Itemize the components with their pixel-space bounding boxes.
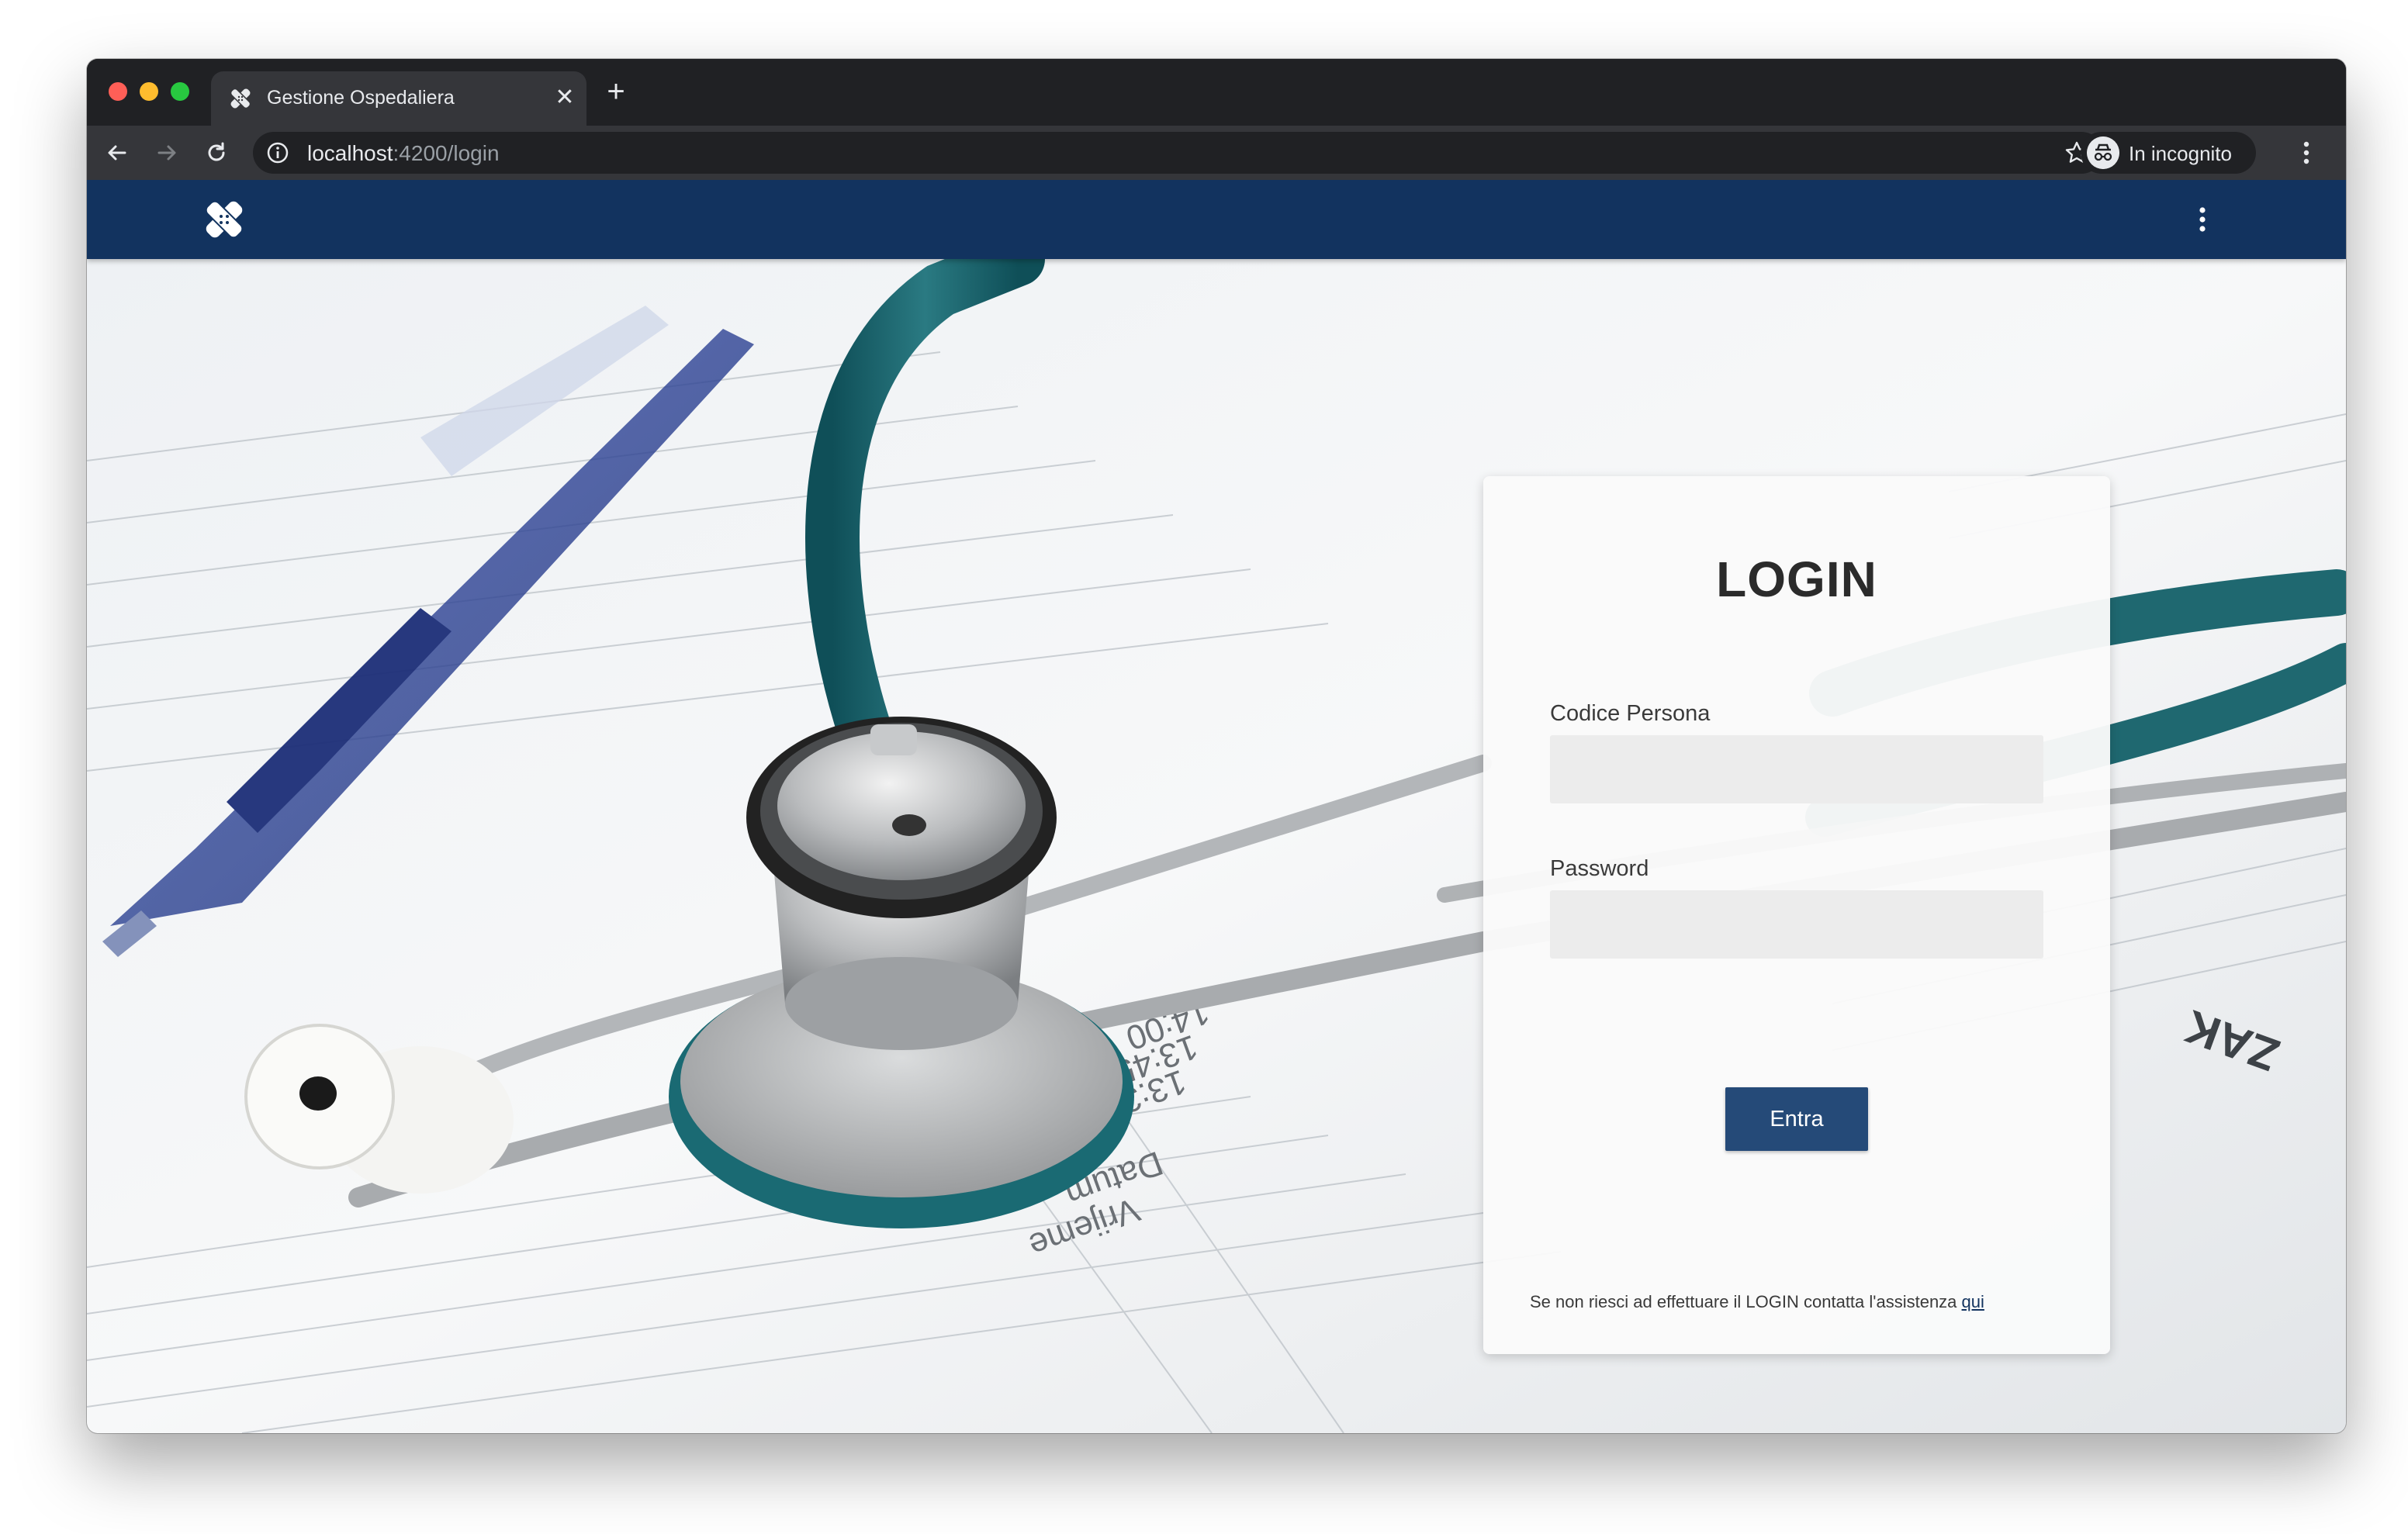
arrow-right-icon <box>157 145 176 161</box>
bandage-logo-icon[interactable] <box>202 197 247 242</box>
page-viewport: Datum Vrijeme 13:30 13:45 14:00 ZAK LOGI… <box>87 180 2346 1433</box>
reload-button[interactable] <box>199 135 234 171</box>
browser-tab[interactable]: Gestione Ospedaliera ✕ <box>211 71 586 126</box>
minimize-window-button[interactable] <box>140 82 158 101</box>
forward-button[interactable] <box>149 135 185 171</box>
browser-menu-icon[interactable] <box>2289 135 2324 171</box>
tab-strip: Gestione Ospedaliera ✕ + <box>87 59 2346 126</box>
bandage-favicon-icon <box>230 88 251 109</box>
help-text: Se non riesci ad effettuare il LOGIN con… <box>1530 1292 1957 1311</box>
info-icon[interactable] <box>265 140 290 165</box>
login-title: LOGIN <box>1716 551 1877 607</box>
tab-close-icon[interactable]: ✕ <box>549 82 580 113</box>
url-path: :4200/login <box>393 141 500 165</box>
close-window-button[interactable] <box>109 82 127 101</box>
maximize-window-button[interactable] <box>171 82 189 101</box>
codice-persona-input[interactable] <box>1550 735 2043 803</box>
new-tab-button[interactable]: + <box>599 74 633 109</box>
incognito-label: In incognito <box>2129 142 2232 165</box>
tab-title: Gestione Ospedaliera <box>267 87 455 109</box>
support-link[interactable]: qui <box>1962 1292 1984 1311</box>
arrow-left-icon <box>108 145 126 161</box>
back-button[interactable] <box>99 135 135 171</box>
browser-toolbar: localhost:4200/login In incognito <box>87 126 2346 180</box>
reload-icon <box>208 142 225 161</box>
codice-persona-label: Codice Persona <box>1550 701 1711 726</box>
password-label: Password <box>1550 856 1649 881</box>
url-host: localhost <box>307 141 393 165</box>
browser-window: Gestione Ospedaliera ✕ + localhost:4200/… <box>87 59 2346 1433</box>
url-text: localhost:4200/login <box>307 141 500 166</box>
app-menu-icon[interactable] <box>2185 202 2220 237</box>
entra-button[interactable]: Entra <box>1725 1087 1868 1151</box>
incognito-badge[interactable]: In incognito <box>2081 132 2256 174</box>
login-card: LOGIN Codice Persona Password Entra Se n… <box>1483 476 2110 1354</box>
help-message: Se non riesci ad effettuare il LOGIN con… <box>1530 1292 1984 1312</box>
password-input[interactable] <box>1550 890 2043 959</box>
address-bar[interactable]: localhost:4200/login <box>253 132 2102 174</box>
app-header <box>87 180 2346 259</box>
incognito-icon <box>2087 136 2119 169</box>
